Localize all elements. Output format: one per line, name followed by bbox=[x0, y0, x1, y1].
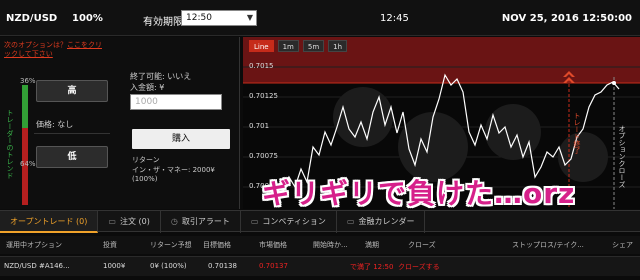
early-close-label: 終了可能: いいえ bbox=[130, 72, 192, 81]
row-invest: 1000¥ bbox=[103, 262, 126, 270]
trend-up-percent: 36% bbox=[20, 77, 36, 85]
tab-5m[interactable]: 5m bbox=[302, 40, 325, 52]
tab-1m[interactable]: 1m bbox=[277, 40, 299, 52]
trade-panel: 次のオプションは？ここをクリックして下さい 36% 64% トレーダーのトレンド… bbox=[0, 37, 240, 209]
expiry-value: 12:50 bbox=[186, 13, 212, 23]
trophy-icon: ▭ bbox=[250, 217, 259, 226]
col-asset: 運用中オプション bbox=[6, 241, 62, 249]
y-label-4: 0.70075 bbox=[249, 152, 278, 160]
expiry-arrow-icon bbox=[563, 71, 575, 77]
return-value: イン・ザ・マネー: 2000¥ (100%) bbox=[132, 166, 215, 183]
trend-down-percent: 64% bbox=[20, 160, 36, 168]
bottom-tabs: オープントレード (0) ▭ 注文 (0) ◷ 取引アラート ▭ コンペティション ▭… bbox=[0, 210, 640, 233]
tab-calendar[interactable]: ▭ 金融カレンダー bbox=[337, 211, 426, 233]
table-row[interactable]: NZD/USD #A146... 1000¥ 0¥ (100%) 0.70138… bbox=[0, 256, 640, 276]
tab-open-trades[interactable]: オープントレード (0) bbox=[0, 211, 99, 233]
amount-input[interactable]: 1000 bbox=[130, 94, 222, 110]
tab-competition[interactable]: ▭ コンペティション bbox=[241, 211, 337, 233]
price-label: 価格: なし bbox=[36, 120, 74, 129]
current-time: 12:45 bbox=[380, 13, 409, 24]
chevron-down-icon: ▼ bbox=[246, 13, 253, 22]
payout-percent: 100% bbox=[72, 13, 103, 24]
clock-icon: ◷ bbox=[170, 217, 178, 226]
top-bar: NZD/USD 100% 有効期限: 12:50 ▼ 12:45 NOV 25,… bbox=[0, 0, 640, 36]
row-market: 0.70137 bbox=[259, 262, 288, 270]
row-expiry: で満了 12:50 bbox=[350, 263, 394, 271]
col-market: 市場価格 bbox=[259, 241, 287, 249]
col-share: シェア bbox=[612, 241, 633, 249]
col-expiry: 満期 bbox=[365, 241, 379, 249]
tab-trade-alerts[interactable]: ◷ 取引アラート bbox=[161, 211, 241, 233]
amount-label: 入金額: ¥ bbox=[130, 83, 165, 92]
server-datetime: NOV 25, 2016 12:50:00 bbox=[501, 13, 632, 24]
trader-trend-bar bbox=[22, 85, 28, 205]
expiry-arrow-icon-2 bbox=[563, 77, 575, 83]
col-close: クローズ bbox=[408, 241, 436, 249]
col-return: リターン予想 bbox=[150, 241, 192, 249]
row-target: 0.70138 bbox=[208, 262, 237, 270]
low-button[interactable]: 低 bbox=[36, 146, 108, 168]
trade-end-marker: トレード終了 bbox=[573, 112, 581, 154]
row-asset[interactable]: NZD/USD #A146... bbox=[4, 262, 70, 270]
col-invest: 投資 bbox=[103, 241, 117, 249]
expiry-select[interactable]: 12:50 ▼ bbox=[181, 10, 257, 26]
row-close-button[interactable]: クローズする bbox=[398, 262, 440, 272]
next-option-notice: 次のオプションは？ここをクリックして下さい bbox=[4, 41, 102, 58]
high-button[interactable]: 高 bbox=[36, 80, 108, 102]
asset-pair[interactable]: NZD/USD bbox=[6, 13, 57, 24]
tab-line[interactable]: Line bbox=[249, 40, 274, 52]
calendar-icon: ▭ bbox=[346, 217, 355, 226]
y-label-3: 0.701 bbox=[249, 122, 270, 130]
last-price-dot bbox=[612, 81, 616, 85]
y-label-2: 0.70125 bbox=[249, 92, 278, 100]
trend-up-fill bbox=[22, 85, 28, 129]
list-icon: ▭ bbox=[108, 217, 116, 226]
col-target: 目標価格 bbox=[203, 241, 231, 249]
return-label: リターン bbox=[132, 156, 160, 164]
tab-orders[interactable]: ▭ 注文 (0) bbox=[98, 211, 161, 233]
trend-label: トレーダーのトレンド bbox=[6, 109, 14, 179]
timeframe-tabs: Line 1m 5m 1h bbox=[249, 40, 351, 52]
table-header: 運用中オプション 投資 リターン予想 目標価格 市場価格 開始時か... 満期 … bbox=[0, 236, 640, 254]
buy-button[interactable]: 購入 bbox=[132, 129, 230, 149]
col-stoploss: ストップロス/テイク... bbox=[512, 241, 584, 249]
option-close-marker: オプションクローズ bbox=[618, 125, 626, 188]
row-return: 0¥ (100%) bbox=[150, 262, 187, 270]
divider bbox=[34, 133, 110, 134]
expiry-label: 有効期限: bbox=[143, 17, 187, 28]
col-start: 開始時か... bbox=[313, 241, 348, 249]
overlay-caption: ギリギリで負けた…orz bbox=[262, 177, 576, 210]
tab-1h[interactable]: 1h bbox=[328, 40, 348, 52]
y-label-1: 0.7015 bbox=[249, 62, 274, 70]
